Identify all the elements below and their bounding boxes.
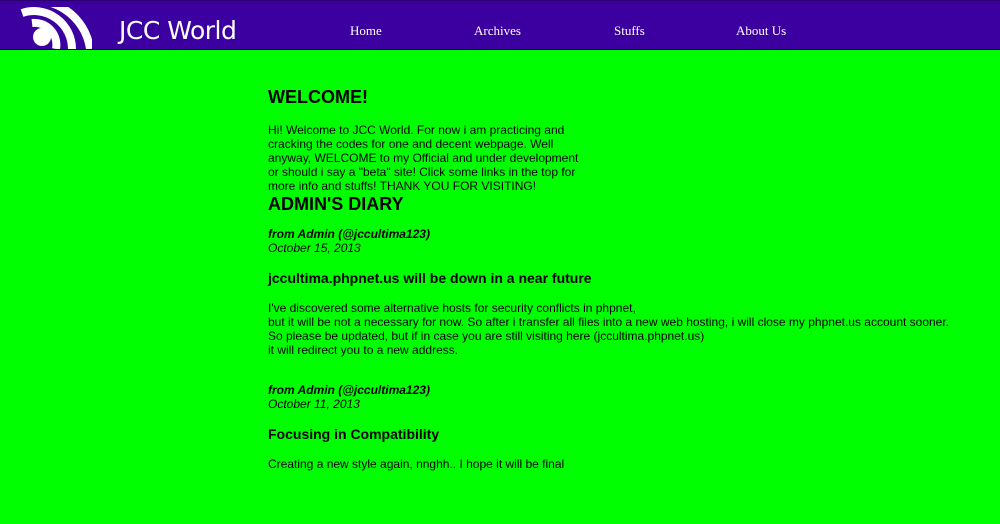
nav-stuffs-link[interactable]: Stuffs [614, 23, 645, 39]
site-title: JCC World [119, 16, 237, 45]
admin-diary-heading: ADMIN'S DIARY [268, 194, 404, 214]
entry-date: October 11, 2013 [268, 397, 360, 411]
nav-archives-link[interactable]: Archives [474, 23, 521, 39]
diary-entry: from Admin (@jccultima123) October 15, 2… [268, 227, 988, 357]
entry-body: Creating a new style again, nnghh.. I ho… [268, 457, 988, 471]
entry-title: jccultima.phpnet.us will be down in a ne… [268, 270, 592, 286]
entry-body-line: So please be updated, but if in case you… [268, 329, 705, 343]
site-logo[interactable]: JCC World [16, 7, 237, 49]
entry-body: I've discovered some alternative hosts f… [268, 301, 988, 357]
main-content: WELCOME! Hi! Welcome to JCC World. For n… [268, 86, 988, 471]
entry-body-line: but it will be not a necessary for now. … [268, 315, 950, 329]
welcome-heading: WELCOME! [268, 87, 368, 107]
top-navigation-bar: JCC World Home Archives Stuffs About Us [0, 0, 1000, 50]
entry-title: Focusing in Compatibility [268, 426, 440, 442]
entry-body-line: it will redirect you to a new address. [268, 343, 459, 357]
entry-author: from Admin (@jccultima123) [268, 227, 430, 241]
welcome-text: Hi! Welcome to JCC World. For now i am p… [268, 123, 579, 193]
entry-body-line: I've discovered some alternative hosts f… [268, 301, 636, 315]
nav-about-us-link[interactable]: About Us [736, 23, 786, 39]
entry-author: from Admin (@jccultima123) [268, 383, 430, 397]
entry-body-line: Creating a new style again, nnghh.. I ho… [268, 457, 565, 471]
diary-entry: from Admin (@jccultima123) October 11, 2… [268, 383, 988, 471]
rss-feed-icon [20, 7, 100, 49]
entry-date: October 15, 2013 [268, 241, 361, 255]
nav-home-link[interactable]: Home [350, 23, 382, 39]
